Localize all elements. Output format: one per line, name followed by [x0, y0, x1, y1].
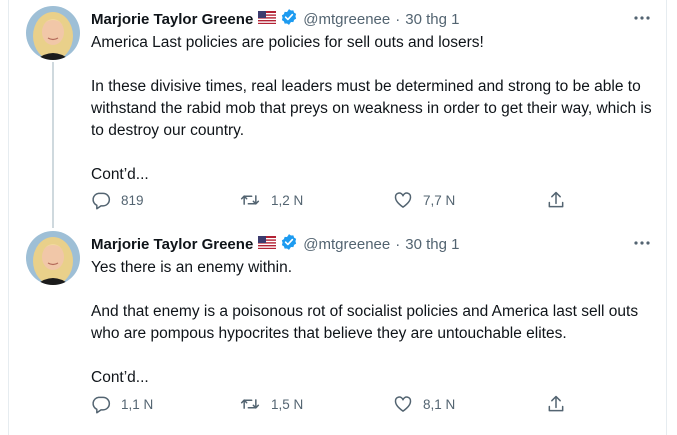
tweet-actions: 819 1,2 N 7,7 N — [91, 188, 581, 212]
verified-badge-icon — [280, 8, 298, 30]
header-separator: · — [395, 235, 401, 253]
tweet-paragraph: And that enemy is a poisonous rot of soc… — [91, 303, 639, 342]
tweet-text: America Last policies are policies for s… — [91, 32, 661, 186]
retweet-count: 1,2 N — [271, 192, 304, 208]
more-icon[interactable] — [631, 232, 653, 254]
display-name[interactable]: Marjorie Taylor Greene — [91, 11, 253, 28]
header-separator: · — [395, 10, 401, 28]
verified-badge-icon — [280, 233, 298, 255]
reply-count: 819 — [121, 192, 144, 208]
retweet-icon — [239, 394, 261, 414]
us-flag-icon — [258, 235, 277, 253]
tweet-header: Marjorie Taylor Greene @mtgreenee · 30 t… — [91, 8, 657, 30]
like-count: 8,1 N — [423, 396, 456, 412]
tweet-paragraph: In these divisive times, real leaders mu… — [91, 78, 652, 139]
us-flag-icon — [258, 10, 277, 28]
tweet-date[interactable]: 30 thg 1 — [405, 236, 459, 253]
like-button[interactable]: 8,1 N — [393, 392, 455, 416]
tweet[interactable]: Marjorie Taylor Greene @mtgreenee · 30 t… — [8, 225, 667, 435]
more-icon[interactable] — [631, 7, 653, 29]
share-button[interactable] — [546, 392, 566, 416]
like-button[interactable]: 7,7 N — [393, 188, 455, 212]
tweet-header: Marjorie Taylor Greene @mtgreenee · 30 t… — [91, 233, 657, 255]
share-icon — [546, 190, 566, 210]
tweet-paragraph: Cont’d... — [91, 166, 149, 183]
thread-connector-line — [52, 62, 54, 228]
reply-count: 1,1 N — [121, 396, 154, 412]
heart-icon — [393, 394, 413, 414]
reply-button[interactable]: 819 — [91, 188, 144, 212]
heart-icon — [393, 190, 413, 210]
tweet-paragraph: America Last policies are policies for s… — [91, 34, 484, 51]
tweet-date[interactable]: 30 thg 1 — [405, 11, 459, 28]
avatar[interactable] — [26, 6, 80, 60]
avatar[interactable] — [26, 231, 80, 285]
display-name[interactable]: Marjorie Taylor Greene — [91, 236, 253, 253]
like-count: 7,7 N — [423, 192, 456, 208]
retweet-button[interactable]: 1,5 N — [239, 392, 303, 416]
tweet-actions: 1,1 N 1,5 N 8,1 N — [91, 392, 581, 416]
share-button[interactable] — [546, 188, 566, 212]
reply-icon — [91, 190, 111, 210]
tweet-paragraph: Cont’d... — [91, 369, 149, 386]
retweet-icon — [239, 190, 261, 210]
retweet-count: 1,5 N — [271, 396, 304, 412]
reply-button[interactable]: 1,1 N — [91, 392, 153, 416]
tweet[interactable]: Marjorie Taylor Greene @mtgreenee · 30 t… — [8, 0, 667, 228]
user-handle[interactable]: @mtgreenee — [303, 236, 390, 253]
share-icon — [546, 394, 566, 414]
tweet-paragraph: Yes there is an enemy within. — [91, 259, 293, 276]
tweet-text: Yes there is an enemy within. And that e… — [91, 257, 661, 389]
reply-icon — [91, 394, 111, 414]
retweet-button[interactable]: 1,2 N — [239, 188, 303, 212]
user-handle[interactable]: @mtgreenee — [303, 11, 390, 28]
